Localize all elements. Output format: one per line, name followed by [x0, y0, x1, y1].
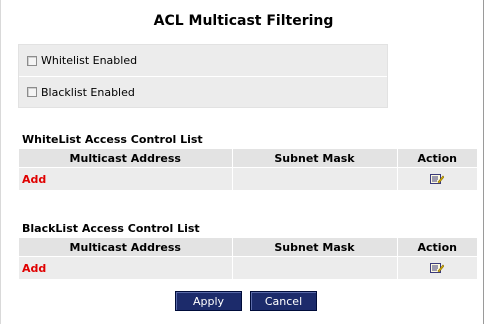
multicast-address-cell: Add — [19, 167, 233, 190]
edit-icon[interactable] — [430, 173, 445, 185]
whitelist-option: Whitelist Enabled — [19, 45, 387, 76]
whitelist-section-title: WhiteList Access Control List — [22, 133, 203, 146]
whitelist-table: Multicast Address Subnet Mask Action Add — [19, 149, 477, 190]
table-row: Add — [19, 256, 477, 279]
column-header-multicast-address: Multicast Address — [19, 238, 233, 257]
multicast-address-cell: Add — [19, 256, 233, 279]
column-header-subnet-mask: Subnet Mask — [232, 149, 398, 168]
column-header-subnet-mask: Subnet Mask — [232, 238, 398, 257]
page-title: ACL Multicast Filtering — [153, 13, 334, 29]
subnet-mask-cell — [232, 256, 398, 279]
table-header-row: Multicast Address Subnet Mask Action — [19, 149, 477, 168]
filter-options: Whitelist Enabled Blacklist Enabled — [18, 44, 388, 108]
whitelist-add-link[interactable]: Add — [19, 173, 46, 186]
table-row: Add — [19, 167, 477, 190]
whitelist-enabled-label: Whitelist Enabled — [41, 54, 138, 67]
blacklist-option: Blacklist Enabled — [19, 76, 387, 107]
edit-icon[interactable] — [430, 262, 445, 274]
column-header-multicast-address: Multicast Address — [19, 149, 233, 168]
table-header-row: Multicast Address Subnet Mask Action — [19, 238, 477, 257]
action-cell — [397, 167, 477, 190]
cancel-button[interactable]: Cancel — [250, 291, 317, 311]
blacklist-enabled-checkbox[interactable] — [27, 87, 37, 97]
whitelist-enabled-checkbox[interactable] — [27, 55, 37, 66]
blacklist-enabled-label: Blacklist Enabled — [41, 85, 135, 99]
blacklist-section-title: BlackList Access Control List — [22, 222, 200, 235]
subnet-mask-cell — [232, 167, 398, 190]
column-header-action: Action — [397, 149, 477, 168]
apply-button[interactable]: Apply — [175, 291, 242, 311]
column-header-action: Action — [397, 238, 477, 257]
action-cell — [397, 256, 477, 279]
blacklist-add-link[interactable]: Add — [19, 262, 46, 275]
blacklist-table: Multicast Address Subnet Mask Action Add — [19, 238, 477, 279]
